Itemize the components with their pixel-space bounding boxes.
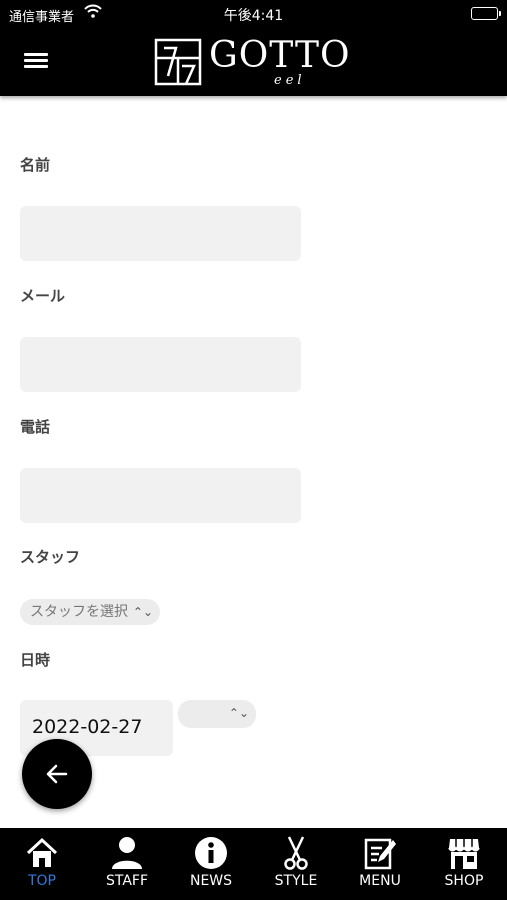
staff-select[interactable]: スタッフを選択 ⌃⌄ xyxy=(20,599,160,625)
tab-top[interactable]: TOP xyxy=(0,828,84,900)
scissors-icon xyxy=(284,836,308,870)
logo-wordmark: GOTTO xyxy=(209,35,351,76)
tab-label: TOP xyxy=(27,873,56,889)
person-icon xyxy=(112,837,142,869)
tab-label: SHOP xyxy=(444,873,484,889)
bottom-tab-bar: TOP STAFF NEWS STYLE MENU SHOP xyxy=(0,828,507,900)
logo-subtext: eel xyxy=(274,73,306,88)
tab-style[interactable]: STYLE xyxy=(254,828,338,900)
status-bar: 通信事業者 午後4:41 xyxy=(0,0,507,28)
staff-select-value: スタッフを選択 xyxy=(30,604,128,620)
date-field-value: 2022-02-27 xyxy=(32,716,143,738)
info-icon xyxy=(195,837,227,869)
storefront-icon xyxy=(448,839,480,869)
datetime-label: 日時 xyxy=(20,651,51,669)
back-button[interactable] xyxy=(22,739,92,809)
email-field[interactable] xyxy=(20,337,301,392)
app-header: GOTTO eel xyxy=(0,28,507,96)
tab-label: STYLE xyxy=(274,873,318,889)
tab-shop[interactable]: SHOP xyxy=(422,828,506,900)
tab-label: STAFF xyxy=(105,873,149,889)
email-label: メール xyxy=(20,287,66,305)
tab-menu[interactable]: MENU xyxy=(338,828,422,900)
clock: 午後4:41 xyxy=(223,8,284,24)
staff-label: スタッフ xyxy=(20,548,81,566)
logo-mark-icon xyxy=(154,38,202,86)
select-chevron-icon: ⌃⌄ xyxy=(228,706,249,720)
tab-staff[interactable]: STAFF xyxy=(85,828,169,900)
home-icon xyxy=(26,837,58,867)
battery-icon xyxy=(471,7,501,20)
edit-list-icon xyxy=(364,838,396,870)
tab-label: NEWS xyxy=(189,873,233,889)
hamburger-menu-icon[interactable] xyxy=(22,50,50,74)
name-field[interactable] xyxy=(20,206,301,261)
phone-field[interactable] xyxy=(20,468,301,523)
time-select[interactable]: ⌃⌄ xyxy=(178,700,256,728)
brand-logo: GOTTO eel xyxy=(154,36,364,90)
tab-news[interactable]: NEWS xyxy=(169,828,253,900)
name-label: 名前 xyxy=(20,156,51,174)
select-chevron-icon: ⌃⌄ xyxy=(132,605,153,619)
tab-label: MENU xyxy=(359,873,401,889)
phone-label: 電話 xyxy=(20,418,51,436)
arrow-left-icon xyxy=(46,764,68,784)
